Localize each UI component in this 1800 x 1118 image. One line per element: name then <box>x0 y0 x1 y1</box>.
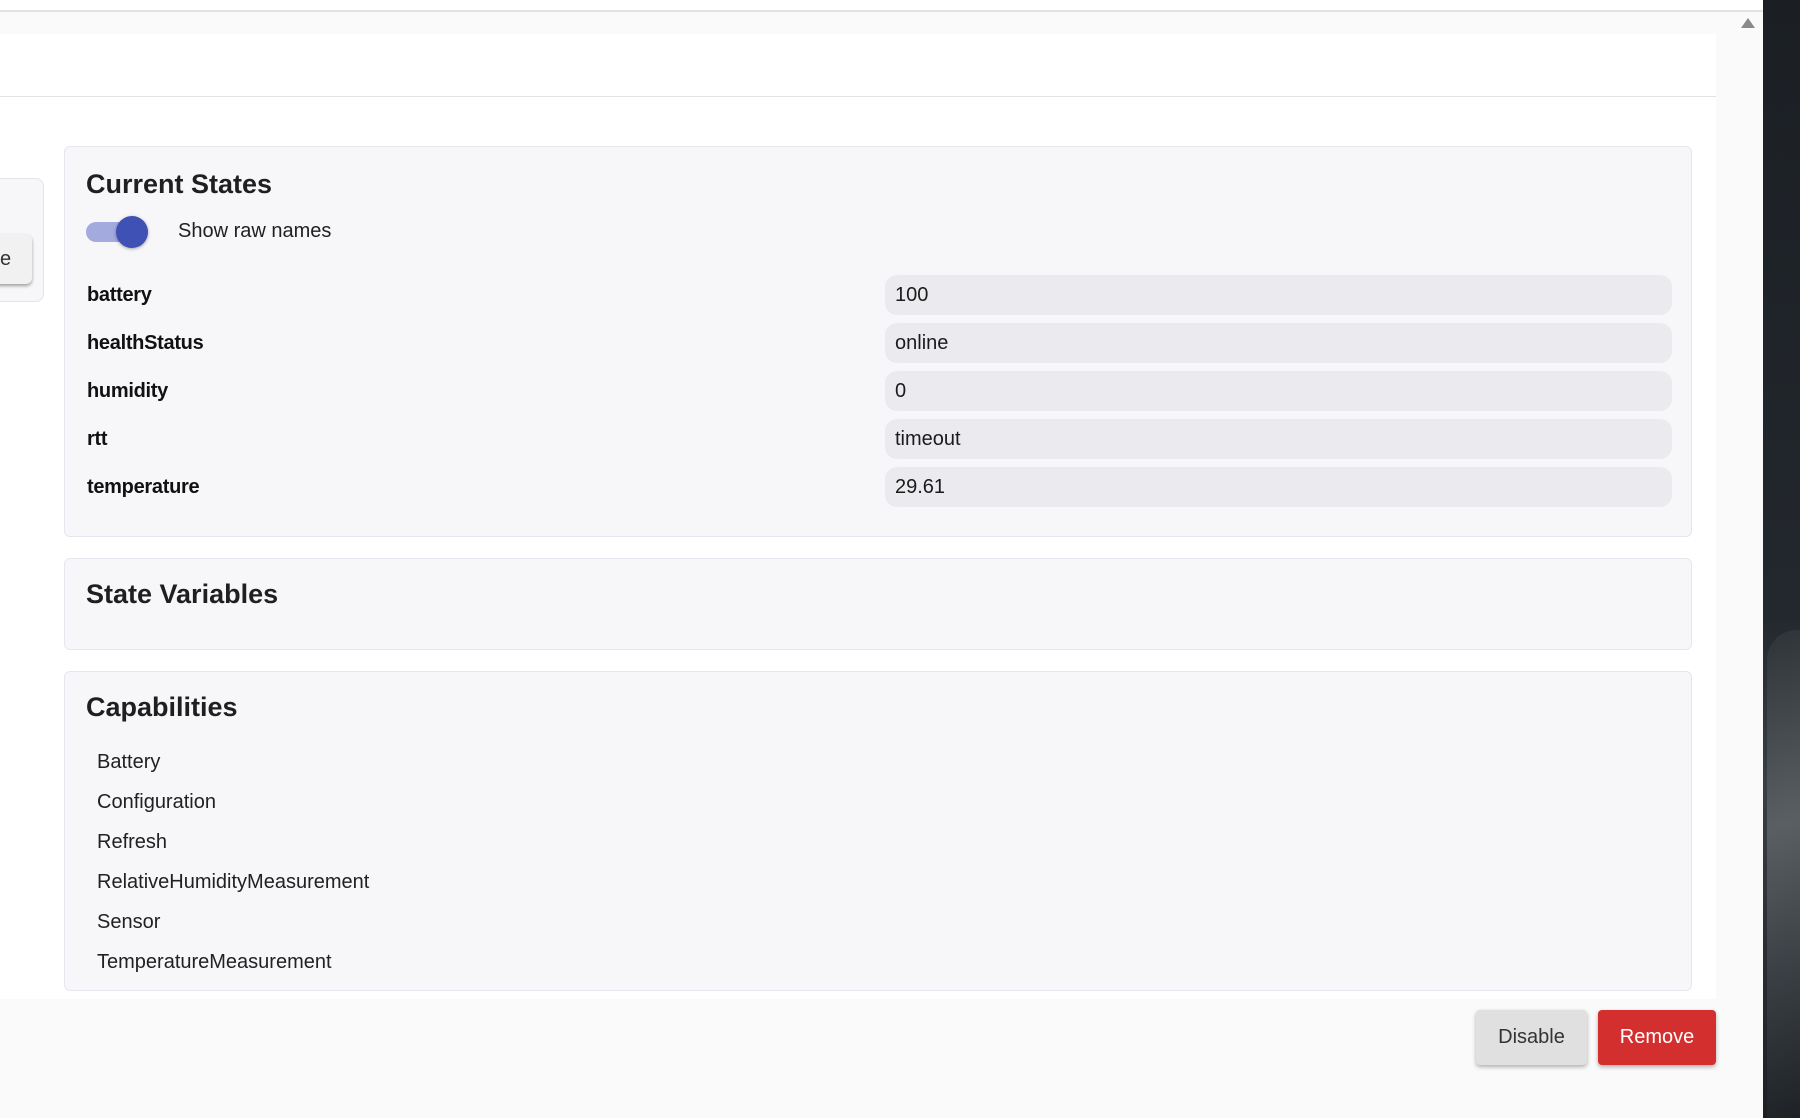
header-strip <box>0 34 1716 97</box>
left-partial-button[interactable]: e <box>0 234 32 284</box>
state-name: temperature <box>87 476 200 498</box>
state-value: 0 <box>885 371 1672 411</box>
state-row: humidity 0 <box>65 371 1691 411</box>
left-partial-button-label: e <box>0 248 12 270</box>
disable-button[interactable]: Disable <box>1476 1010 1587 1065</box>
capabilities-title: Capabilities <box>86 692 238 722</box>
state-row: battery 100 <box>65 275 1691 315</box>
state-variables-card: State Variables <box>64 558 1692 650</box>
footer-actions: Disable Remove <box>0 999 1716 1118</box>
state-row: healthStatus online <box>65 323 1691 363</box>
state-value: timeout <box>885 419 1672 459</box>
list-item: Sensor <box>97 911 161 933</box>
state-value: online <box>885 323 1672 363</box>
desktop-background-shade <box>1767 630 1800 1118</box>
list-item: Configuration <box>97 791 216 813</box>
list-item: RelativeHumidityMeasurement <box>97 871 370 893</box>
toggle-knob[interactable] <box>116 216 148 248</box>
scroll-up-icon[interactable] <box>1741 18 1755 28</box>
show-raw-names-label: Show raw names <box>178 220 332 242</box>
capabilities-list: Battery Configuration Refresh RelativeHu… <box>97 742 369 982</box>
state-value: 29.61 <box>885 467 1672 507</box>
current-states-title: Current States <box>86 169 273 199</box>
vertical-scrollbar[interactable] <box>1735 12 1763 1118</box>
state-name: healthStatus <box>87 332 204 354</box>
state-value: 100 <box>885 275 1672 315</box>
capabilities-card: Capabilities Battery Configuration Refre… <box>64 671 1692 991</box>
main-panel: e Current States Show raw names battery … <box>0 34 1716 999</box>
state-name: rtt <box>87 428 108 450</box>
show-raw-names-toggle[interactable] <box>86 216 150 248</box>
list-item: Battery <box>97 751 161 773</box>
remove-button[interactable]: Remove <box>1598 1010 1716 1065</box>
state-row: temperature 29.61 <box>65 467 1691 507</box>
list-item: Refresh <box>97 831 168 853</box>
state-name: battery <box>87 284 152 306</box>
state-name: humidity <box>87 380 168 402</box>
current-states-card: Current States Show raw names battery 10… <box>64 146 1692 537</box>
state-variables-title: State Variables <box>86 579 279 609</box>
state-row: rtt timeout <box>65 419 1691 459</box>
top-bar <box>0 0 1763 12</box>
list-item: TemperatureMeasurement <box>97 951 332 973</box>
desktop-background-edge <box>1763 0 1800 1118</box>
